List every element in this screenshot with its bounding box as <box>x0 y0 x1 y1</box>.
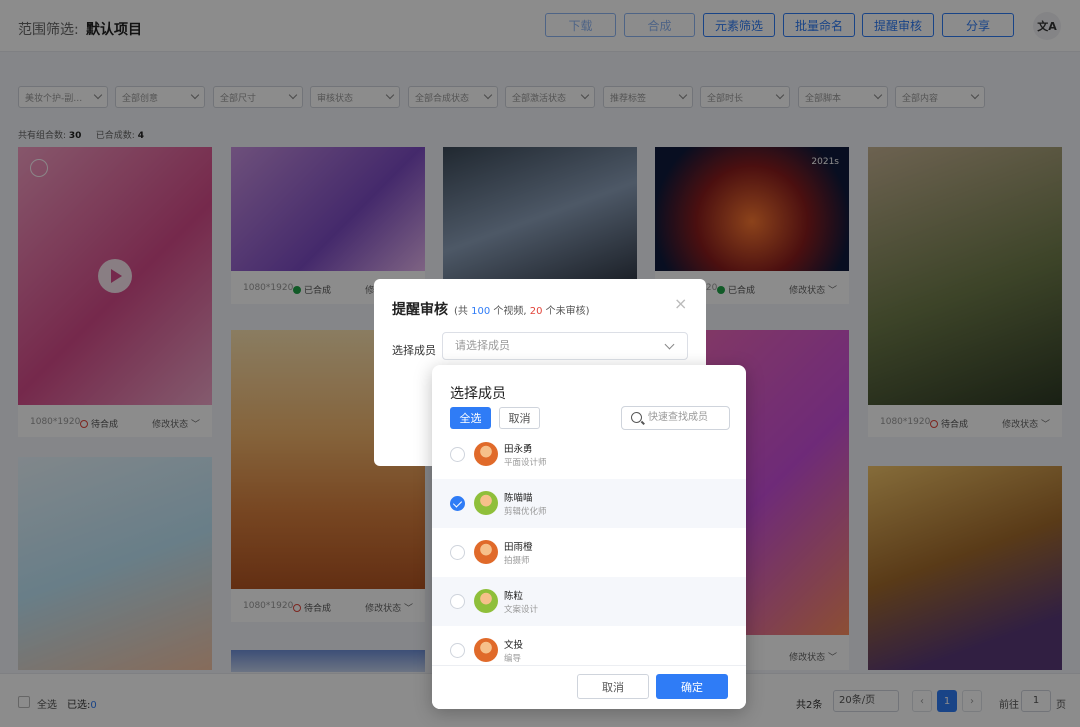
panel-title: 选择成员 <box>450 386 506 402</box>
summary-mid: 个视频, <box>493 306 527 317</box>
member-name: 陈喵喵 <box>504 493 533 504</box>
member-row[interactable]: 田永勇 平面设计师 <box>432 430 746 479</box>
avatar <box>474 638 498 662</box>
member-name: 文投 <box>504 640 524 651</box>
clear-selection-button[interactable]: 取消 <box>499 407 540 429</box>
member-radio[interactable] <box>450 545 465 560</box>
dialog-title: 提醒审核 <box>392 302 448 318</box>
member-radio[interactable] <box>450 594 465 609</box>
avatar <box>474 442 498 466</box>
dialog-summary: (共 100 个视频, 20 个未审核) <box>454 302 590 317</box>
member-role: 拍摄师 <box>504 556 530 566</box>
member-role: 剪辑优化师 <box>504 507 547 517</box>
unreviewed-count: 20 <box>529 306 543 317</box>
member-name: 田雨橙 <box>504 542 533 553</box>
member-name: 田永勇 <box>504 444 533 455</box>
member-select[interactable]: 请选择成员 <box>442 332 688 360</box>
video-count: 100 <box>471 306 491 317</box>
panel-footer: 取消 确定 <box>432 665 746 709</box>
member-role: 文案设计 <box>504 605 539 615</box>
member-picker-panel: 选择成员 全选 取消 快速查找成员 田永勇 平面设计师 陈喵喵 剪辑优化师 田雨… <box>432 365 746 709</box>
member-radio[interactable] <box>450 643 465 658</box>
avatar <box>474 540 498 564</box>
summary-suffix: 个未审核) <box>545 306 590 317</box>
member-row[interactable]: 田雨橙 拍摄师 <box>432 528 746 577</box>
search-icon <box>631 412 642 423</box>
member-radio-checked[interactable] <box>450 496 465 511</box>
member-select-placeholder: 请选择成员 <box>455 339 510 352</box>
member-role: 平面设计师 <box>504 458 547 468</box>
search-placeholder: 快速查找成员 <box>648 412 708 423</box>
member-radio[interactable] <box>450 447 465 462</box>
member-row[interactable]: 陈喵喵 剪辑优化师 <box>432 479 746 528</box>
cancel-button[interactable]: 取消 <box>577 674 649 699</box>
chevron-down-icon <box>664 339 675 350</box>
confirm-button[interactable]: 确定 <box>656 674 728 699</box>
avatar <box>474 491 498 515</box>
member-field-label: 选择成员 <box>392 344 436 357</box>
select-all-members-button[interactable]: 全选 <box>450 407 491 429</box>
member-search-input[interactable]: 快速查找成员 <box>621 406 730 430</box>
avatar <box>474 589 498 613</box>
member-row[interactable]: 陈粒 文案设计 <box>432 577 746 626</box>
member-name: 陈粒 <box>504 591 524 602</box>
summary-prefix: (共 <box>454 306 468 317</box>
close-icon[interactable]: × <box>674 294 687 313</box>
member-role: 编导 <box>504 654 522 664</box>
